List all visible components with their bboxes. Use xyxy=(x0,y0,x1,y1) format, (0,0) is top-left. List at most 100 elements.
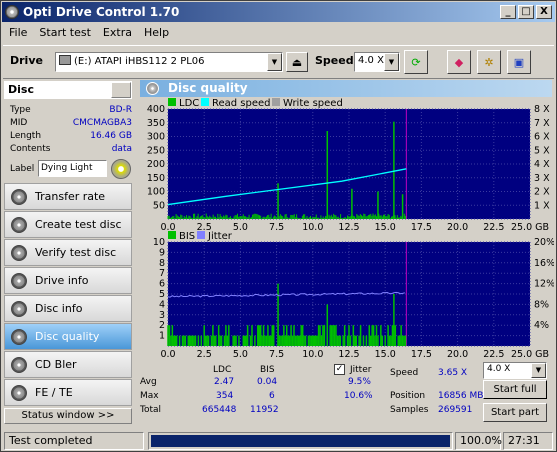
ldc-y2-tick: 3 X xyxy=(534,173,550,184)
bis-y-tick: 6 xyxy=(159,279,165,290)
nav-drive-info[interactable]: Drive info xyxy=(4,267,132,294)
ldc-y-tick: 400 xyxy=(147,104,165,115)
bis-y-tick: 4 xyxy=(159,299,165,310)
avg-ldc: 2.47 xyxy=(214,377,235,387)
bis-y-tick: 7 xyxy=(159,268,165,279)
stats-header-bis: BIS xyxy=(260,365,275,375)
speed-select[interactable]: 4.0 X ▼ xyxy=(354,52,400,72)
nav-create-test-disc[interactable]: Create test disc xyxy=(4,211,132,238)
read-speed-legend-swatch xyxy=(201,98,209,106)
nav-verify-test-disc[interactable]: Verify test disc xyxy=(4,239,132,266)
menu-start-test[interactable]: Start test xyxy=(33,24,97,42)
start-full-button[interactable]: Start full xyxy=(483,380,547,399)
ldc-y2-tick: 4 X xyxy=(534,159,550,170)
disc-quality-header: Disc quality xyxy=(140,80,552,97)
refresh-icon: ⟳ xyxy=(411,55,421,69)
chevron-down-icon[interactable]: ▼ xyxy=(384,53,399,71)
samples-value: 269591 xyxy=(438,405,473,415)
disc-quality-charts: 400 350 300 250 200 150 100 50 8 X 7 X 6 X 5 X 4 X 3 … xyxy=(147,98,554,360)
bis-y-tick: 9 xyxy=(159,247,165,258)
bis-y-tick: 2 xyxy=(159,320,165,331)
drive-label: Drive xyxy=(10,54,43,67)
nav-disc-quality[interactable]: Disc quality xyxy=(4,323,132,350)
ldc-x-tick: 22.5 xyxy=(483,222,504,233)
menu-help[interactable]: Help xyxy=(138,24,175,42)
jitter-checkbox[interactable]: ✓ xyxy=(334,364,345,375)
write-speed-legend-label: Write speed xyxy=(283,98,343,109)
disc-icon xyxy=(11,272,27,289)
read-speed-legend-label: Read speed xyxy=(212,98,271,109)
nav-cd-bler[interactable]: CD Bler xyxy=(4,351,132,378)
drive-select[interactable]: (E:) ATAPI iHBS112 2 PL06 ▼ xyxy=(55,52,283,72)
ldc-y2-tick: 2 X xyxy=(534,187,550,198)
disc-panel-header: Disc xyxy=(4,81,132,99)
ldc-y-tick: 150 xyxy=(147,173,165,184)
bis-x-tick: 2.5 xyxy=(197,349,212,360)
floppy-icon: ▣ xyxy=(513,55,525,69)
type-key: Type xyxy=(10,105,31,115)
eject-button[interactable]: ⏏ xyxy=(286,52,308,72)
nav-fe-te[interactable]: FE / TE xyxy=(4,379,132,406)
eject-icon: ⏏ xyxy=(291,55,303,69)
chevron-down-icon[interactable]: ▼ xyxy=(267,53,282,71)
mid-value: CMCMAGBA3 xyxy=(72,118,132,128)
ldc-y2-tick: 7 X xyxy=(534,118,550,129)
disc-icon xyxy=(11,328,27,345)
nav-disc-info[interactable]: Disc info xyxy=(4,295,132,322)
speed-stat-label: Speed xyxy=(390,368,419,378)
disc-label-field[interactable]: Dying Light xyxy=(38,160,107,177)
ldc-legend-label: LDC xyxy=(179,98,199,109)
bis-y2-tick: 20% xyxy=(534,237,554,248)
nav-label: Disc info xyxy=(35,302,83,315)
menu-file[interactable]: File xyxy=(3,24,33,42)
start-part-button[interactable]: Start part xyxy=(483,403,547,422)
bis-x-tick: 7.5 xyxy=(269,349,284,360)
eraser-icon: ◆ xyxy=(454,55,464,69)
status-window-button[interactable]: Status window >> xyxy=(4,408,132,424)
menu-extra[interactable]: Extra xyxy=(97,24,138,42)
bis-y2-tick: 16% xyxy=(534,258,554,269)
save-button[interactable]: ▣ xyxy=(507,50,531,74)
ldc-x-tick: 5.0 xyxy=(233,222,248,233)
label-disc-icon[interactable] xyxy=(111,159,131,179)
bis-x-tick: 20.0 xyxy=(447,349,468,360)
type-value: BD-R xyxy=(109,105,132,115)
ldc-x-tick: 12.5 xyxy=(338,222,359,233)
max-ldc: 354 xyxy=(216,391,234,401)
progress-percent: 100.0% xyxy=(455,432,502,450)
disc-panel-toggle[interactable] xyxy=(111,82,131,98)
test-speed-select[interactable]: 4.0 X ▼ xyxy=(483,362,547,379)
length-key: Length xyxy=(10,131,42,141)
nav-transfer-rate[interactable]: Transfer rate xyxy=(4,183,132,210)
settings-button[interactable]: ✲ xyxy=(477,50,501,74)
mid-key: MID xyxy=(10,118,28,128)
erase-button[interactable]: ◆ xyxy=(447,50,471,74)
chevron-down-icon[interactable]: ▼ xyxy=(531,363,546,378)
bis-legend-swatch xyxy=(168,231,176,239)
ldc-y2-tick: 5 X xyxy=(534,145,550,156)
bis-y-tick: 10 xyxy=(153,237,165,248)
bis-x-tick: 25.0 GB xyxy=(511,349,549,360)
ldc-legend-swatch xyxy=(168,98,176,106)
nav-label: Drive info xyxy=(35,274,89,287)
max-label: Max xyxy=(140,391,159,401)
bis-x-tick: 0.0 xyxy=(160,349,175,360)
bis-y2-tick: 12% xyxy=(534,279,554,290)
ldc-x-tick: 10.0 xyxy=(302,222,323,233)
close-button[interactable]: X xyxy=(536,5,552,19)
speed-stat-value: 3.65 X xyxy=(438,368,468,378)
minimize-button[interactable]: _ xyxy=(500,5,516,19)
drive-icon xyxy=(59,55,71,65)
bis-x-tick: 10.0 xyxy=(302,349,323,360)
maximize-button[interactable]: □ xyxy=(518,5,534,19)
bis-legend-label: BIS xyxy=(179,231,195,242)
ldc-y-tick: 300 xyxy=(147,132,165,143)
avg-label: Avg xyxy=(140,377,157,387)
disc-icon xyxy=(11,356,27,373)
speed-select-value: 4.0 X xyxy=(358,55,384,66)
progress-fill xyxy=(151,435,450,447)
disc-info-panel: Type BD-R MID CMCMAGBA3 Length 16.46 GB Con… xyxy=(4,101,132,185)
nav-label: Create test disc xyxy=(35,218,122,231)
refresh-button[interactable]: ⟳ xyxy=(404,50,428,74)
ldc-x-tick: 7.5 xyxy=(269,222,284,233)
